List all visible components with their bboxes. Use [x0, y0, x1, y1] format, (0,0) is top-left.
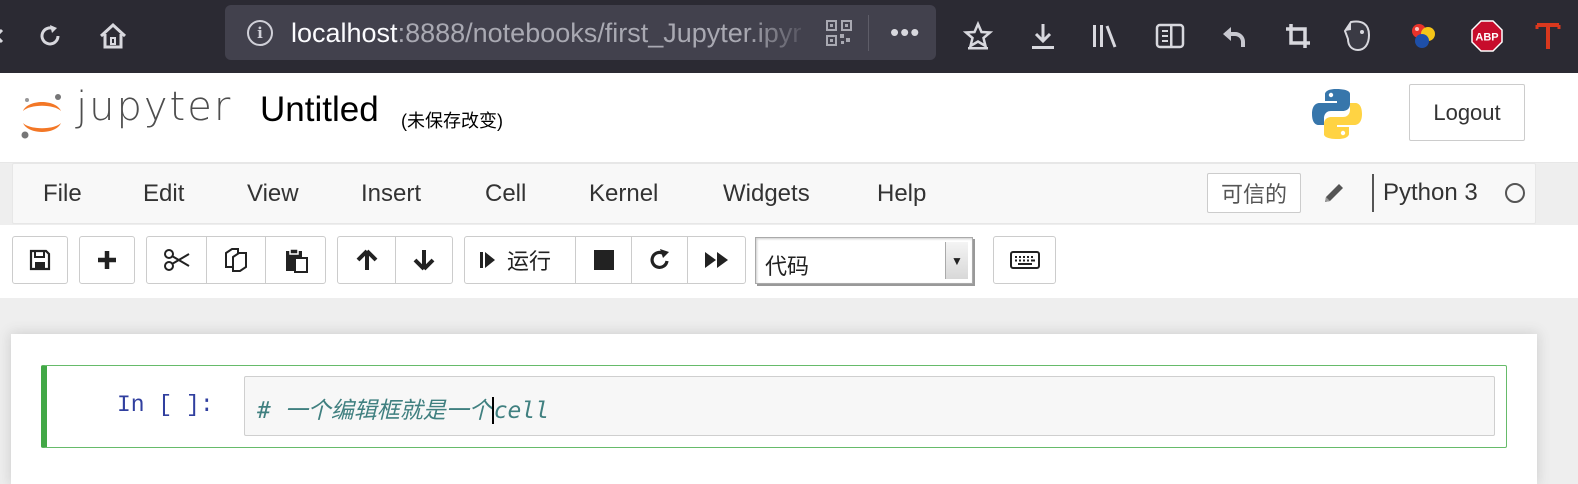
- home-icon: [99, 22, 127, 49]
- scissors-icon: [163, 249, 190, 271]
- url-path: :8888/notebooks/first_Jupyter.ipynb: [397, 18, 801, 48]
- restart-kernel-button[interactable]: [631, 236, 688, 284]
- run-label: 运行: [507, 249, 552, 274]
- reload-icon: [40, 25, 60, 46]
- sidebar-icon[interactable]: [1152, 18, 1188, 54]
- reload-button[interactable]: [32, 18, 68, 54]
- arrow-up-icon: [356, 249, 377, 270]
- qr-code-icon[interactable]: [825, 19, 853, 47]
- floppy-disk-icon: [29, 249, 51, 271]
- cell-type-value: 代码: [765, 254, 810, 279]
- adblock-label: ABP: [1475, 32, 1498, 44]
- copy-icon: [225, 248, 247, 272]
- url-bar[interactable]: i localhost:8888/notebooks/first_Jupyter…: [225, 5, 936, 60]
- site-info-icon[interactable]: i: [247, 20, 273, 46]
- logout-button[interactable]: Logout: [1409, 84, 1525, 141]
- move-down-button[interactable]: [395, 236, 453, 284]
- run-button[interactable]: 运行: [464, 236, 576, 284]
- command-palette-button[interactable]: [993, 236, 1056, 284]
- jupyter-logo-icon[interactable]: [18, 91, 66, 143]
- menu-cell[interactable]: Cell: [485, 180, 526, 208]
- evernote-icon[interactable]: [1340, 18, 1376, 54]
- restart-icon: [649, 249, 669, 269]
- save-button[interactable]: [12, 236, 68, 284]
- copy-button[interactable]: [206, 236, 266, 284]
- library-icon[interactable]: [1087, 18, 1123, 54]
- code-comment: # 一个编辑框就是一个: [257, 398, 492, 424]
- restart-run-all-button[interactable]: [687, 236, 746, 284]
- notebook-title[interactable]: Untitled: [260, 90, 379, 130]
- dropdown-arrow-icon[interactable]: ▼: [945, 242, 968, 279]
- adblock-plus-icon[interactable]: ABP: [1469, 18, 1505, 54]
- color-extension-icon[interactable]: [1405, 18, 1441, 54]
- pencil-icon[interactable]: [1321, 180, 1347, 206]
- plus-icon: [98, 251, 116, 269]
- input-prompt: In [ ]:: [117, 392, 214, 418]
- menu-kernel[interactable]: Kernel: [589, 180, 658, 208]
- arrow-down-icon: [413, 250, 435, 271]
- move-up-button[interactable]: [337, 236, 396, 284]
- menu-view[interactable]: View: [247, 180, 299, 208]
- crop-icon[interactable]: [1280, 18, 1316, 54]
- url-fade: [745, 11, 815, 55]
- menu-edit[interactable]: Edit: [143, 180, 184, 208]
- jupyter-header: jupyter Untitled (未保存改变) Logout: [0, 73, 1578, 163]
- url-text[interactable]: localhost:8888/notebooks/first_Jupyter.i…: [291, 18, 801, 49]
- kernel-name[interactable]: Python 3: [1383, 179, 1478, 207]
- cut-button[interactable]: [146, 236, 207, 284]
- clipboard-icon: [285, 248, 308, 273]
- trusted-indicator[interactable]: 可信的: [1207, 173, 1301, 213]
- jupyter-wordmark[interactable]: jupyter: [76, 84, 232, 130]
- step-forward-icon: [480, 252, 495, 268]
- cell-type-select[interactable]: 代码 ▼: [755, 237, 973, 284]
- downloads-icon[interactable]: [1025, 18, 1061, 54]
- text-tool-icon[interactable]: [1530, 18, 1566, 54]
- url-host: localhost: [291, 18, 398, 48]
- kernel-idle-icon: [1505, 183, 1525, 203]
- menu-help[interactable]: Help: [877, 180, 926, 208]
- url-separator: [868, 15, 869, 51]
- code-line[interactable]: # 一个编辑框就是一个cell: [257, 391, 549, 425]
- page-actions-icon[interactable]: •••: [890, 17, 920, 48]
- menu-widgets[interactable]: Widgets: [723, 180, 810, 208]
- paste-button[interactable]: [265, 236, 326, 284]
- menu-file[interactable]: File: [43, 180, 82, 208]
- stop-icon: [593, 250, 614, 270]
- undo-arrow-icon[interactable]: [1216, 18, 1252, 54]
- kernel-separator: [1372, 174, 1374, 212]
- bookmark-star-icon[interactable]: [960, 18, 996, 54]
- menu-insert[interactable]: Insert: [361, 180, 421, 208]
- save-status: (未保存改变): [401, 111, 503, 131]
- menubar: File Edit View Insert Cell Kernel Widget…: [12, 163, 1536, 224]
- home-button[interactable]: [95, 18, 131, 54]
- keyboard-icon: [1009, 251, 1040, 269]
- python-logo-icon: [1312, 89, 1362, 139]
- code-editor[interactable]: # 一个编辑框就是一个cell: [244, 376, 1495, 436]
- interrupt-button[interactable]: [575, 236, 632, 284]
- insert-cell-button[interactable]: [79, 236, 135, 284]
- browser-toolbar: i localhost:8888/notebooks/first_Jupyter…: [0, 0, 1578, 73]
- fast-forward-icon: [704, 252, 728, 268]
- back-button-partial[interactable]: [0, 18, 16, 54]
- code-comment-end: cell: [493, 398, 550, 424]
